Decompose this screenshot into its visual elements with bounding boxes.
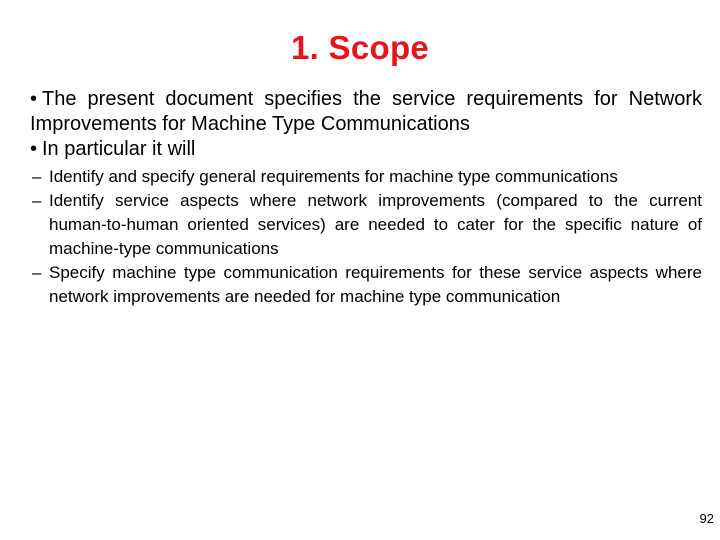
page-number: 92: [699, 511, 714, 526]
sub-bullet-list: – Identify and specify general requireme…: [32, 165, 702, 309]
slide-title: 1. Scope: [290, 29, 430, 66]
sub-bullet-text: Identify service aspects where network i…: [49, 191, 702, 258]
dash-marker: –: [32, 263, 42, 282]
dash-marker: –: [32, 167, 42, 186]
sub-bullet-text: Identify and specify general requirement…: [49, 167, 618, 186]
bullet-text: In particular it will: [42, 138, 196, 160]
bullet-item: • In particular it will – Identify and s…: [30, 137, 702, 309]
bullet-marker: •: [30, 138, 38, 160]
slide-body: • The present document specifies the ser…: [30, 87, 702, 309]
sub-bullet-item: – Identify service aspects where network…: [32, 189, 702, 261]
bullet-text: The present document specifies the servi…: [30, 88, 702, 135]
sub-bullet-item: – Specify machine type communication req…: [32, 261, 702, 309]
sub-bullet-text: Specify machine type communication requi…: [49, 263, 702, 306]
sub-bullet-item: – Identify and specify general requireme…: [32, 165, 702, 189]
bullet-item: • The present document specifies the ser…: [30, 87, 702, 137]
dash-marker: –: [32, 191, 42, 210]
